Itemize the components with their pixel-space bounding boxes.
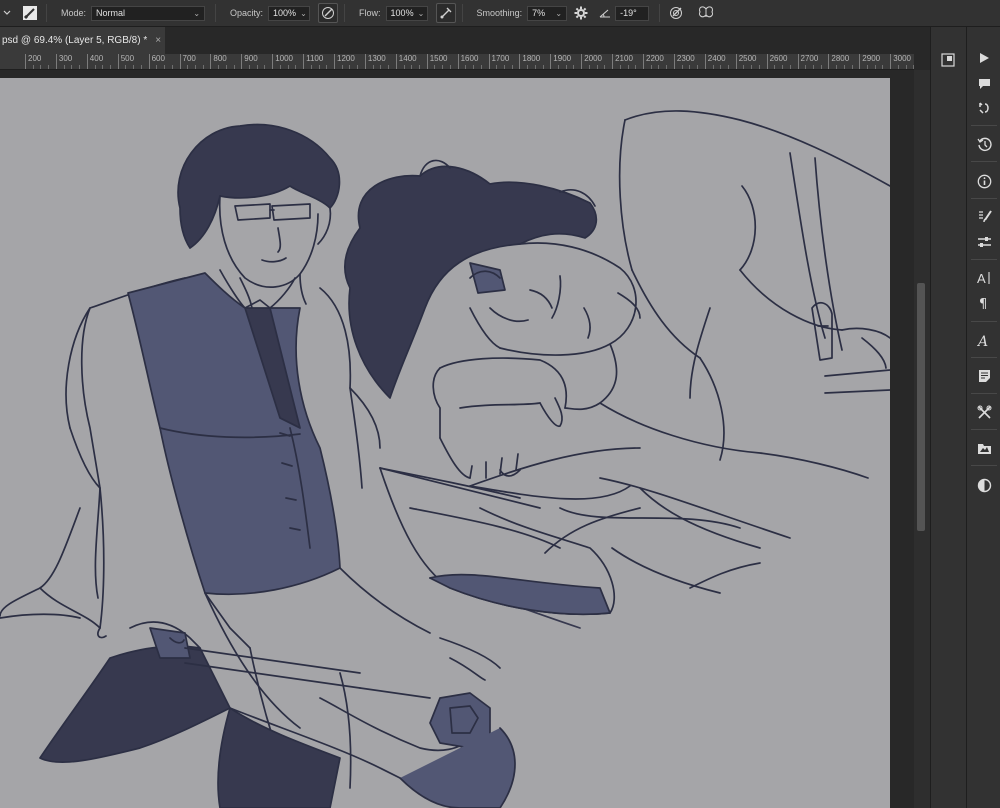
- airbrush-icon[interactable]: [435, 3, 456, 23]
- tool-presets-icon[interactable]: [973, 401, 995, 423]
- ruler-tick: 2000: [581, 54, 602, 69]
- vertical-scrollbar[interactable]: [914, 70, 930, 808]
- flow-value: 100%: [390, 7, 414, 18]
- ruler-tick: 1700: [488, 54, 510, 69]
- scroll-thumb[interactable]: [917, 283, 925, 531]
- pressure-size-icon[interactable]: [666, 3, 686, 23]
- chevron-down-icon: ⌄: [555, 8, 563, 18]
- document-tab-bar: psd @ 69.4% (Layer 5, RGB/8) * ×: [0, 27, 930, 54]
- svg-text:A: A: [977, 271, 986, 285]
- ruler-tick: 2700: [797, 54, 819, 69]
- mode-value: Normal: [96, 7, 126, 18]
- history-icon[interactable]: [973, 133, 995, 155]
- symmetry-butterfly-icon[interactable]: [696, 3, 716, 23]
- brush-settings-icon[interactable]: [973, 205, 995, 227]
- mode-select[interactable]: Normal ⌄: [91, 5, 206, 21]
- opacity-value: 100%: [273, 7, 297, 18]
- ruler-tick: 2600: [766, 54, 788, 69]
- adjustments-icon[interactable]: [973, 231, 995, 253]
- ruler-tick: 1200: [334, 54, 355, 69]
- ruler-tick: 2200: [643, 54, 664, 69]
- gear-icon[interactable]: [571, 3, 591, 23]
- ruler-tick: 600: [148, 54, 165, 69]
- pressure-opacity-icon[interactable]: [318, 3, 339, 23]
- ruler-tick: 1100: [303, 54, 324, 69]
- glyphs-icon[interactable]: A: [973, 329, 995, 351]
- flow-label: Flow:: [359, 8, 381, 18]
- play-icon[interactable]: [973, 47, 995, 69]
- history-brush-icon[interactable]: [973, 97, 995, 119]
- smoothing-label: Smoothing:: [476, 8, 523, 18]
- color-circle-icon[interactable]: [973, 474, 995, 496]
- flow-field[interactable]: 100% ⌄: [385, 5, 428, 21]
- chevron-down-icon: ⌄: [300, 8, 307, 18]
- ruler-tick: 2500: [735, 54, 757, 69]
- navigator-icon[interactable]: [937, 49, 959, 71]
- comment-icon[interactable]: [973, 73, 995, 95]
- collapsed-panel-dock: [930, 27, 966, 808]
- tool-preset-chevron-icon[interactable]: [0, 3, 14, 23]
- notes-icon[interactable]: [973, 365, 995, 387]
- ruler-tick: 1000: [272, 54, 293, 69]
- ruler-tick: 1500: [426, 54, 448, 69]
- svg-text:A: A: [977, 334, 988, 348]
- ruler-tick: 400: [86, 54, 104, 69]
- options-bar: Mode: Normal ⌄ Opacity: 100% ⌄ Flow: 100…: [0, 0, 1000, 27]
- sketch-illustration: [0, 110, 890, 808]
- ruler-tick: 700: [179, 54, 196, 69]
- paragraph-icon[interactable]: ¶: [973, 292, 995, 314]
- ruler-tick: 1600: [457, 54, 479, 69]
- svg-text:¶: ¶: [979, 297, 987, 310]
- ruler-tick: 1400: [395, 54, 417, 69]
- ruler-tick: 500: [117, 54, 135, 69]
- angle-icon: [597, 3, 613, 23]
- mode-label: Mode:: [61, 8, 87, 18]
- ruler-tick: 2900: [859, 54, 881, 69]
- opacity-label: Opacity:: [230, 8, 264, 18]
- chevron-down-icon: ⌄: [417, 8, 425, 18]
- ruler-tick: 2400: [704, 54, 726, 69]
- ruler-tick: 2300: [673, 54, 695, 69]
- close-tab-icon[interactable]: ×: [155, 35, 161, 46]
- canvas-area: [0, 70, 914, 808]
- ruler-tick: 800: [210, 54, 227, 69]
- opacity-field[interactable]: 100% ⌄: [268, 5, 311, 21]
- document-tab[interactable]: psd @ 69.4% (Layer 5, RGB/8) * ×: [0, 27, 165, 54]
- ruler-tick: 2800: [828, 54, 850, 69]
- ruler-tick: 2100: [612, 54, 633, 69]
- ruler-tick: 300: [55, 54, 73, 69]
- horizontal-ruler: 200 300 400 500 600 700 800 900 1000 1100 1200 1300…: [0, 54, 914, 70]
- smoothing-field[interactable]: 7% ⌄: [527, 5, 568, 21]
- ruler-tick: 1300: [364, 54, 386, 69]
- panel-icon-strip: A ¶ A: [966, 27, 1000, 808]
- chevron-down-icon: ⌄: [193, 8, 201, 18]
- character-icon[interactable]: A: [973, 267, 995, 289]
- ruler-tick: 200: [24, 54, 42, 69]
- ruler-tick: 1900: [550, 54, 572, 69]
- angle-value: -19°: [620, 7, 637, 18]
- brush-mode-icon[interactable]: [20, 3, 40, 23]
- ruler-tick: 3000: [890, 54, 911, 69]
- angle-field[interactable]: -19°: [615, 5, 650, 21]
- smoothing-value: 7%: [532, 7, 546, 18]
- ruler-tick: 900: [241, 54, 258, 69]
- document-title: psd @ 69.4% (Layer 5, RGB/8) *: [2, 35, 148, 46]
- info-icon[interactable]: [973, 170, 995, 192]
- ruler-tick: 1800: [519, 54, 541, 69]
- layer-comps-icon[interactable]: [973, 437, 995, 459]
- artwork-canvas[interactable]: [0, 78, 890, 808]
